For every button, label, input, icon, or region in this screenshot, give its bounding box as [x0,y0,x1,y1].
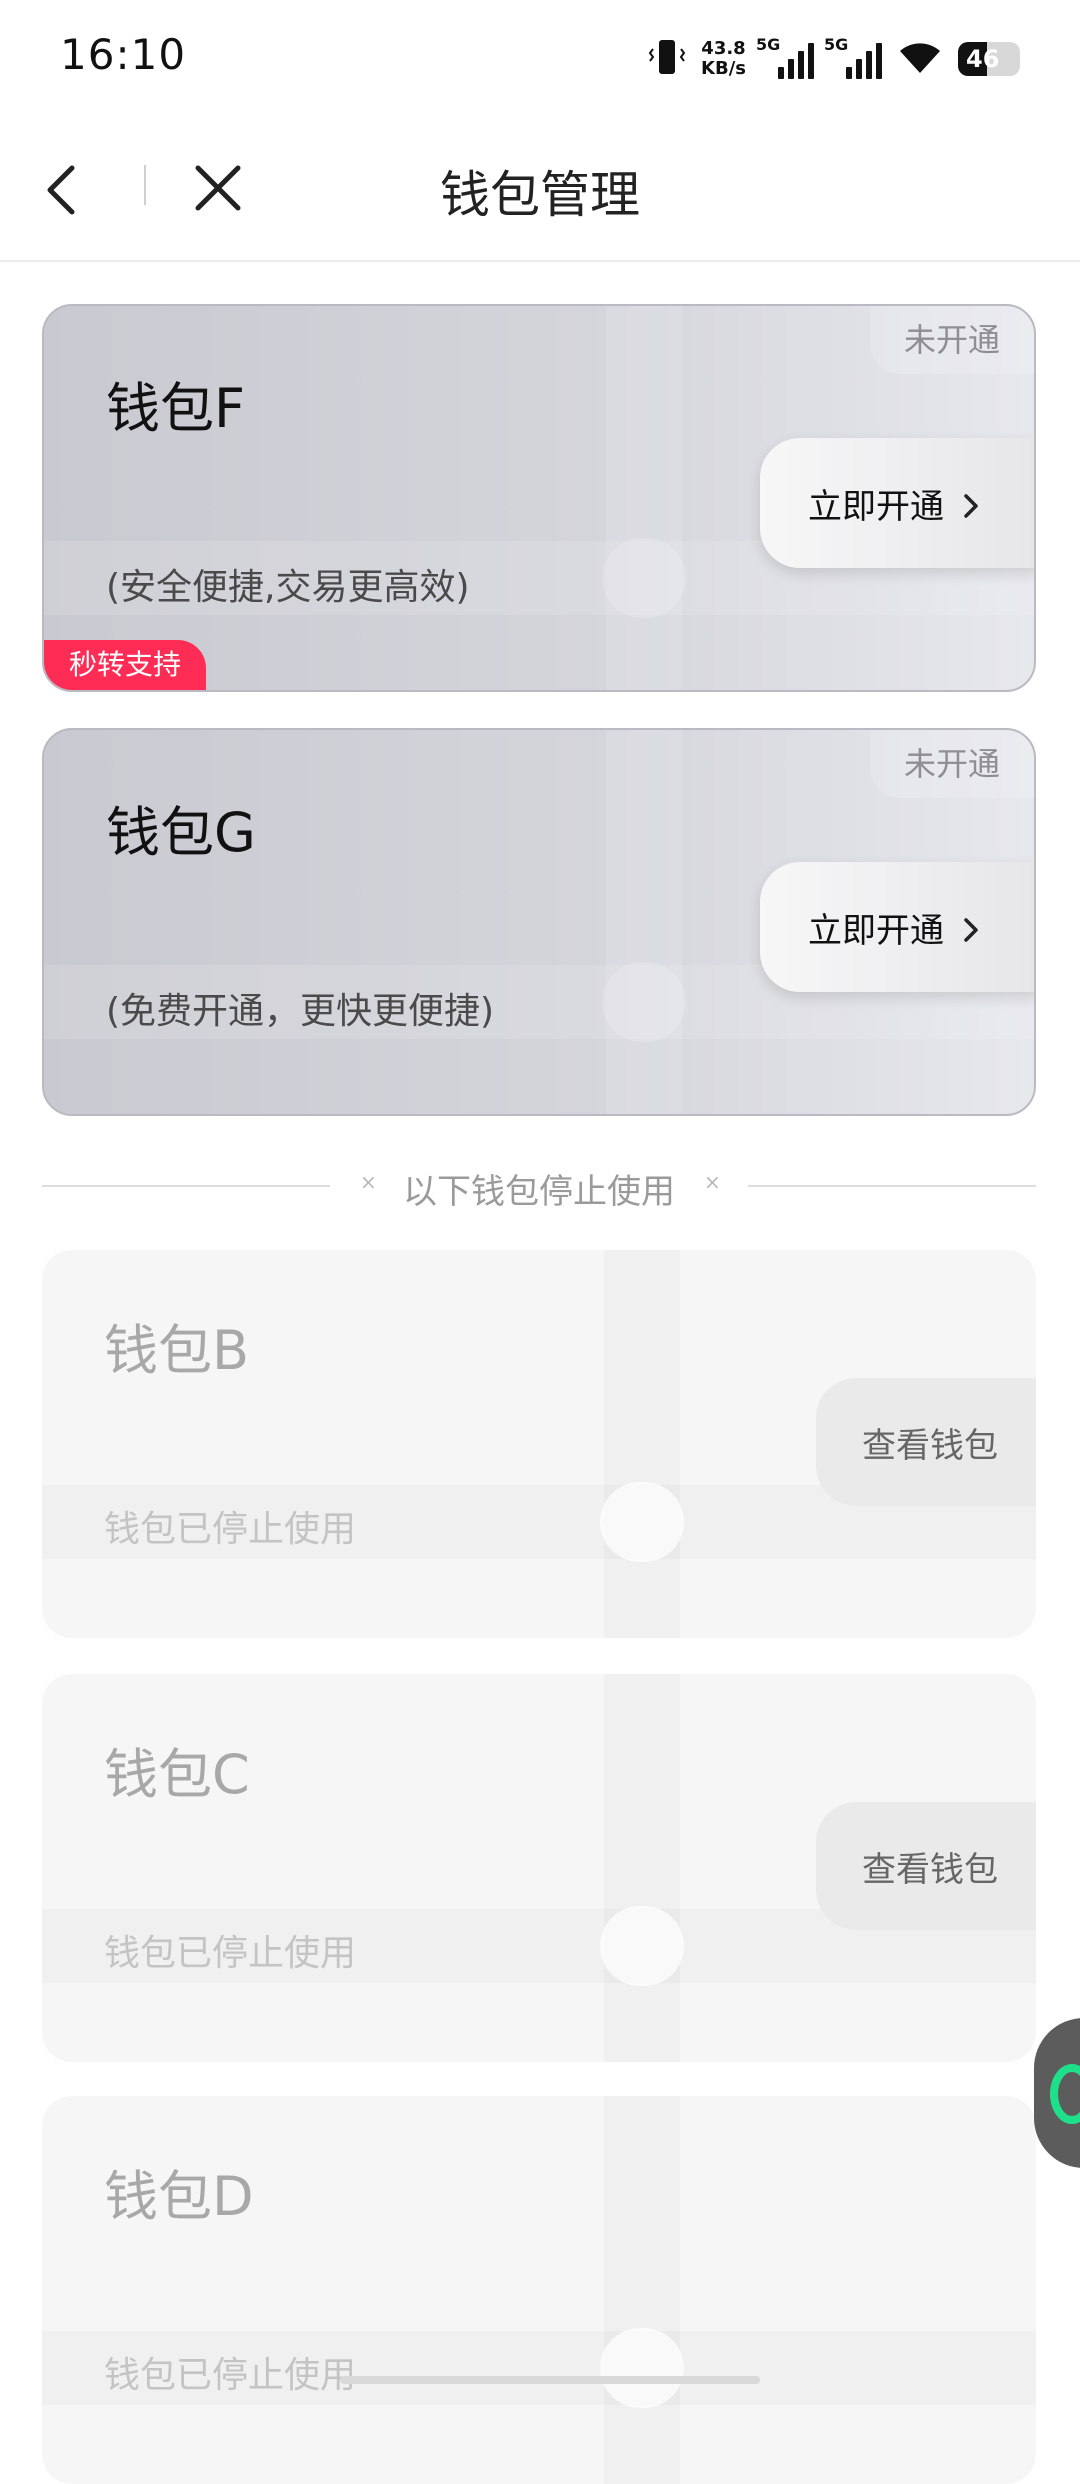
card-decoration [604,2096,680,2484]
card-decoration [604,1674,680,2062]
sim1-label: 5G [756,35,781,54]
wallet-name: 钱包F [106,377,246,440]
activate-button-label: 立即开通 [808,486,944,527]
section-divider-text: 以下钱包停止使用 [403,1172,675,1212]
status-time: 16:10 [60,30,187,79]
wallet-card-c[interactable]: 钱包C 钱包已停止使用 查看钱包 [42,1674,1036,2062]
network-speed-unit: KB/s [701,58,746,79]
wallet-name: 钱包D [104,2165,254,2228]
wallet-description: 钱包已停止使用 [104,1509,357,1550]
card-decoration [600,2328,684,2408]
wallet-description: (免费开通，更快更便捷) [106,991,495,1032]
card-decoration [602,962,686,1042]
status-bar: 16:10 43.8 KB/s 5G 5G 46 [0,0,1080,115]
wallet-name: 钱包G [106,801,256,864]
wallet-card-d[interactable]: 钱包D 钱包已停止使用 [42,2096,1036,2484]
wallet-description: (安全便捷,交易更高效) [106,567,470,608]
status-icons: 43.8 KB/s 5G 5G 46 [647,34,1020,84]
wallet-description: 钱包已停止使用 [104,2355,357,2396]
wifi-icon [896,37,944,81]
card-decoration [600,1482,684,1562]
battery-icon: 46 [958,42,1020,76]
wallet-status-tag: 未开通 [870,306,1034,374]
card-decoration [600,1906,684,1986]
battery-level: 46 [966,45,1000,73]
activate-button[interactable]: 立即开通 [760,862,1034,992]
home-indicator[interactable] [340,2376,760,2384]
view-wallet-button-label: 查看钱包 [862,1425,998,1466]
signal-icon-2: 5G [824,35,882,79]
wallet-description: 钱包已停止使用 [104,1933,357,1974]
wallet-card-f[interactable]: 未开通 钱包F (安全便捷,交易更高效) 秒转支持 立即开通 [42,304,1036,692]
wallet-name: 钱包B [104,1319,250,1382]
network-speed: 43.8 KB/s [701,39,746,79]
vibrate-icon [647,37,687,81]
view-wallet-button-label: 查看钱包 [862,1849,998,1890]
section-divider: × × 以下钱包停止使用 [42,1160,1036,1212]
network-speed-value: 43.8 [701,38,746,59]
page-title: 钱包管理 [440,166,640,224]
nav-bar: 钱包管理 [0,115,1080,262]
card-decoration [602,538,686,618]
activate-button-label: 立即开通 [808,910,944,951]
view-wallet-button[interactable]: 查看钱包 [816,1378,1036,1506]
view-wallet-button[interactable]: 查看钱包 [816,1802,1036,1930]
wallet-status-tag: 未开通 [870,730,1034,798]
chevron-right-icon [962,913,980,942]
floating-assistant-button[interactable] [1034,2018,1080,2168]
wallet-card-b[interactable]: 钱包B 钱包已停止使用 查看钱包 [42,1250,1036,1638]
wallet-card-g[interactable]: 未开通 钱包G (免费开通，更快更便捷) 立即开通 [42,728,1036,1116]
quick-transfer-badge: 秒转支持 [44,640,206,690]
assistant-icon [1050,2064,1080,2124]
card-decoration [606,306,682,690]
chevron-right-icon [962,489,980,518]
activate-button[interactable]: 立即开通 [760,438,1034,568]
sim2-label: 5G [824,35,849,54]
card-decoration [606,730,682,1114]
card-decoration [604,1250,680,1638]
wallet-name: 钱包C [104,1743,250,1806]
signal-icon: 5G [756,35,814,79]
